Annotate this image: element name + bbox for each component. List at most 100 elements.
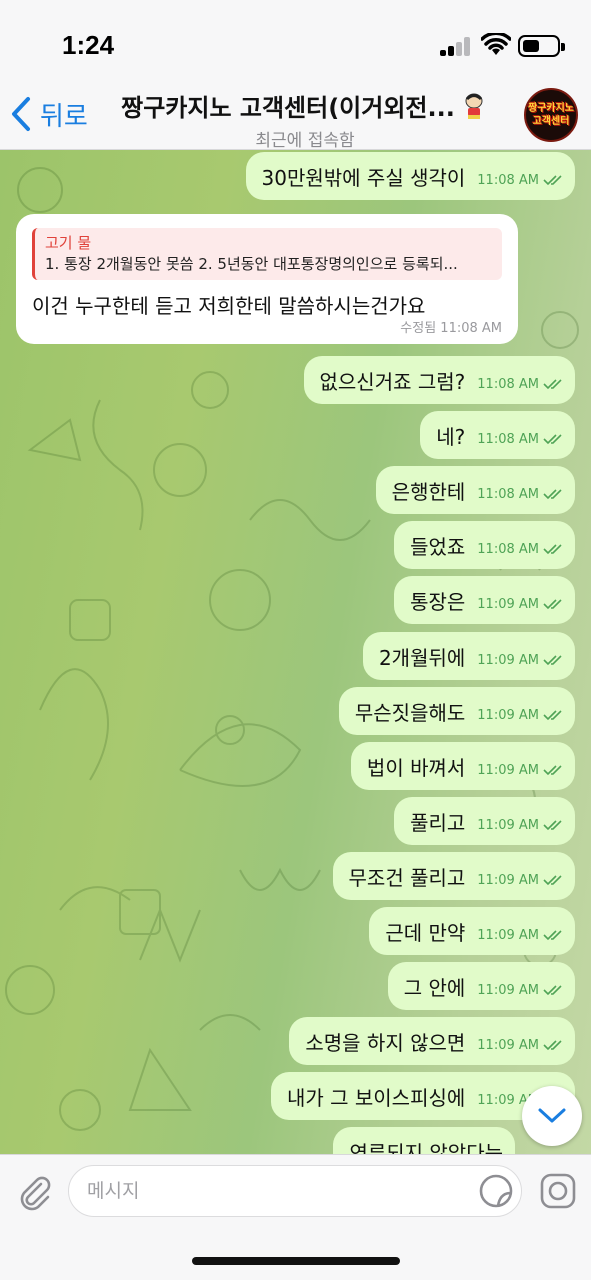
camera-icon[interactable] [538,1171,578,1211]
message-out[interactable]: 통장은 11:09 AM [394,576,575,624]
message-meta: 11:09 AM [477,763,563,778]
message-text: 그 안에 [403,975,466,1000]
message-meta: 11:08 AM [477,173,563,188]
message-text: 소명을 하지 않으면 [305,1030,466,1055]
message-text: 무조건 풀리고 [348,865,466,890]
read-ticks-icon [543,765,562,776]
message-text: 들었죠 [410,534,466,559]
chat-status: 최근에 접속함 [255,131,355,151]
message-out[interactable]: 없으신거죠 그럼? 11:08 AM [303,356,575,404]
reply-text: 1. 통장 2개월동안 못씀 2. 5년동안 대포통장명의인으로 등록되... [45,255,458,273]
message-meta: 11:09 AM [477,708,563,723]
message-text: 이건 누구한테 듣고 저희한테 말씀하시는건가요 [32,294,426,318]
message-time: 11:09 AM [477,652,539,668]
read-ticks-icon [543,544,562,555]
message-text: 네? [436,424,466,449]
back-label: 뒤로 [40,100,88,131]
message-out[interactable]: 그 안에 11:09 AM [387,962,575,1010]
chat-header: 뒤로 짱구카지노 고객센터(이거외전... 최근에 접속함 짱구카지노 고객센터 [0,84,591,151]
message-out[interactable]: 30만원밖에 주실 생각이 11:08 AM [245,152,575,200]
message-text: 2개월뒤에 [378,645,466,670]
sticker-icon[interactable] [478,1173,514,1209]
read-ticks-icon [543,930,562,941]
message-time: 11:09 AM [477,596,539,612]
message-out[interactable]: 풀리고 11:09 AM [394,797,575,845]
back-button[interactable]: 뒤로 [10,94,88,134]
message-text: 근데 만약 [385,920,466,945]
message-time: 11:09 AM [477,762,539,778]
message-out[interactable]: 근데 만약 11:09 AM [369,907,575,955]
message-meta: 11:08 AM [477,542,563,557]
message-meta: 11:09 AM [477,597,563,612]
message-time: 11:08 AM [477,541,539,557]
character-emoji-icon [465,93,483,119]
chat-title: 짱구카지노 고객센터(이거외전... [121,94,455,122]
message-time: 11:09 AM [477,872,539,888]
read-ticks-icon [543,599,562,610]
message-meta: 11:09 AM [477,928,563,943]
message-time: 11:09 AM [477,817,539,833]
message-time: 11:09 AM [477,707,539,723]
avatar[interactable]: 짱구카지노 고객센터 [524,88,578,142]
read-ticks-icon [543,710,562,721]
message-composer [0,1154,591,1280]
read-ticks-icon [543,434,562,445]
message-time: 11:09 AM [477,1037,539,1053]
message-out[interactable]: 법이 바껴서 11:09 AM [350,742,575,790]
message-time: 11:09 AM [477,982,539,998]
chat-title-area[interactable]: 짱구카지노 고객센터(이거외전... 최근에 접속함 [100,88,510,151]
avatar-logo-text: 짱구카지노 고객센터 [528,103,574,127]
read-ticks-icon [543,489,562,500]
message-meta: 11:08 AM [477,432,563,447]
scroll-down-button[interactable] [522,1086,582,1146]
paperclip-icon[interactable] [14,1171,54,1211]
message-input[interactable] [68,1165,522,1217]
status-bar: 1:24 [0,0,591,84]
message-text: 연루되지 않았다는 [349,1140,503,1155]
message-text: 무슨짓을해도 [354,700,466,725]
message-time: 11:08 AM [477,486,539,502]
chevron-left-icon [12,97,30,131]
message-out[interactable]: 은행한테 11:08 AM [375,466,575,514]
message-out[interactable]: 네? 11:08 AM [420,411,575,459]
message-meta: 11:09 AM [477,818,563,833]
message-meta: 11:09 AM [477,983,563,998]
chat-area[interactable]: 30만원밖에 주실 생각이 11:08 AM 고기 물 1. 통장 2개월동안 … [0,150,591,1154]
message-text: 없으신거죠 그럼? [319,369,466,394]
message-meta: 11:09 AM [477,653,563,668]
message-out[interactable]: 들었죠 11:08 AM [394,521,575,569]
message-out[interactable]: 2개월뒤에 11:09 AM [362,632,575,680]
message-meta: 11:09 AM [477,873,563,888]
message-out[interactable]: 무조건 풀리고 11:09 AM [332,852,575,900]
chevron-down-icon [538,1108,566,1123]
message-out[interactable]: 소명을 하지 않으면 11:09 AM [289,1017,575,1065]
message-text: 은행한테 [391,479,466,504]
message-text: 내가 그 보이스피싱에 [286,1085,466,1110]
read-ticks-icon [543,655,562,666]
message-text: 30만원밖에 주실 생각이 [261,165,466,190]
message-time: 11:08 AM [477,172,539,188]
signal-icon [440,36,472,56]
reply-sender: 고기 물 [45,234,92,252]
message-out[interactable]: 연루되지 않았다는 [333,1127,515,1154]
read-ticks-icon [543,875,562,886]
message-text: 풀리고 [410,810,466,835]
home-indicator [192,1257,400,1265]
read-ticks-icon [543,820,562,831]
message-time: 11:08 AM [477,431,539,447]
wifi-icon [481,33,511,55]
message-meta: 11:09 AM [477,1038,563,1053]
message-meta: 11:08 AM [477,487,563,502]
message-time: 11:09 AM [477,927,539,943]
read-ticks-icon [543,1040,562,1051]
message-in[interactable]: 고기 물 1. 통장 2개월동안 못씀 2. 5년동안 대포통장명의인으로 등록… [16,214,518,344]
message-out[interactable]: 무슨짓을해도 11:09 AM [338,687,575,735]
read-ticks-icon [543,175,562,186]
message-meta: 수정됨 11:08 AM [400,321,502,336]
message-text: 통장은 [410,589,466,614]
message-meta: 11:08 AM [477,377,563,392]
read-ticks-icon [543,985,562,996]
reply-quote[interactable]: 고기 물 1. 통장 2개월동안 못씀 2. 5년동안 대포통장명의인으로 등록… [32,228,502,280]
message-text: 법이 바껴서 [366,755,466,780]
status-time: 1:24 [62,30,115,60]
